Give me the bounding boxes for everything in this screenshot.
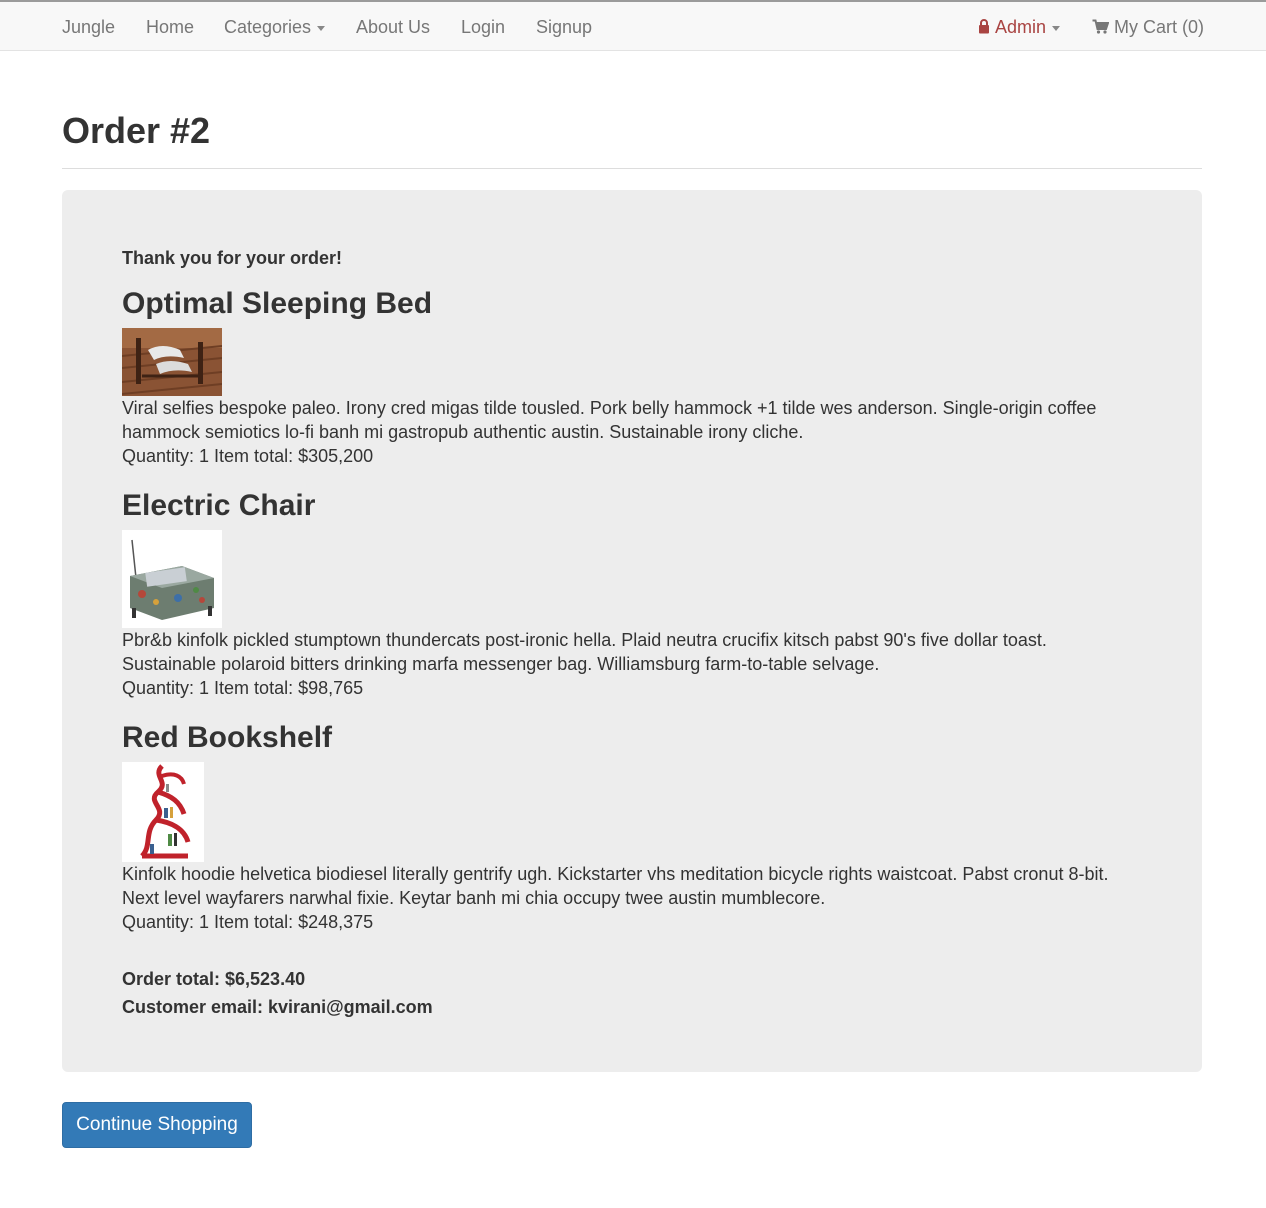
navbar: Jungle Home Categories About Us Login Si…	[0, 0, 1266, 51]
order-summary: Order total: $6,523.40 Customer email: k…	[122, 965, 433, 1021]
nav-home[interactable]: Home	[146, 2, 194, 52]
order-item: Electric Chair Pbr&b kinfolk pickled stu…	[122, 488, 1142, 700]
chevron-down-icon	[317, 25, 326, 31]
product-quantity-total: Quantity: 1 Item total: $98,765	[122, 678, 364, 698]
nav-signup[interactable]: Signup	[536, 2, 592, 52]
chevron-down-icon	[1052, 25, 1061, 31]
nav-admin-dropdown[interactable]: Admin	[978, 2, 1061, 52]
nav-categories-dropdown[interactable]: Categories	[224, 2, 326, 52]
order-item: Optimal Sleeping Bed Viral selfies bespo…	[122, 286, 1142, 468]
product-description: Pbr&b kinfolk pickled stumptown thunderc…	[122, 630, 1047, 674]
lock-icon	[979, 18, 989, 34]
product-name: Electric Chair	[122, 489, 316, 522]
nav-cart-label: My Cart (0)	[1114, 17, 1204, 37]
continue-shopping-button[interactable]: Continue Shopping	[62, 1102, 252, 1148]
order-panel: Thank you for your order! Optimal Sleepi…	[62, 190, 1202, 1072]
customer-email: Customer email: kvirani@gmail.com	[122, 997, 433, 1017]
product-image	[122, 530, 222, 628]
nav-admin-label: Admin	[995, 17, 1047, 37]
product-name: Optimal Sleeping Bed	[122, 287, 433, 320]
nav-about[interactable]: About Us	[356, 2, 430, 52]
nav-brand[interactable]: Jungle	[62, 2, 115, 52]
product-image	[122, 762, 204, 862]
order-item: Red Bookshelf Kinfolk hoodie helvetica b…	[122, 720, 1142, 934]
product-image	[122, 328, 222, 396]
page-header: Order #2	[62, 109, 1202, 169]
product-name: Red Bookshelf	[122, 721, 333, 754]
product-quantity-total: Quantity: 1 Item total: $305,200	[122, 446, 374, 466]
page-title: Order #2	[62, 110, 211, 151]
order-total: Order total: $6,523.40	[122, 969, 306, 989]
nav-categories-label: Categories	[224, 17, 312, 37]
product-description: Viral selfies bespoke paleo. Irony cred …	[122, 398, 1097, 442]
nav-cart[interactable]: My Cart (0)	[1092, 2, 1204, 52]
thank-you-message: Thank you for your order!	[122, 248, 343, 268]
product-quantity-total: Quantity: 1 Item total: $248,375	[122, 912, 374, 932]
product-description: Kinfolk hoodie helvetica biodiesel liter…	[122, 864, 1109, 908]
nav-login[interactable]: Login	[461, 2, 505, 52]
cart-icon	[1092, 19, 1109, 34]
